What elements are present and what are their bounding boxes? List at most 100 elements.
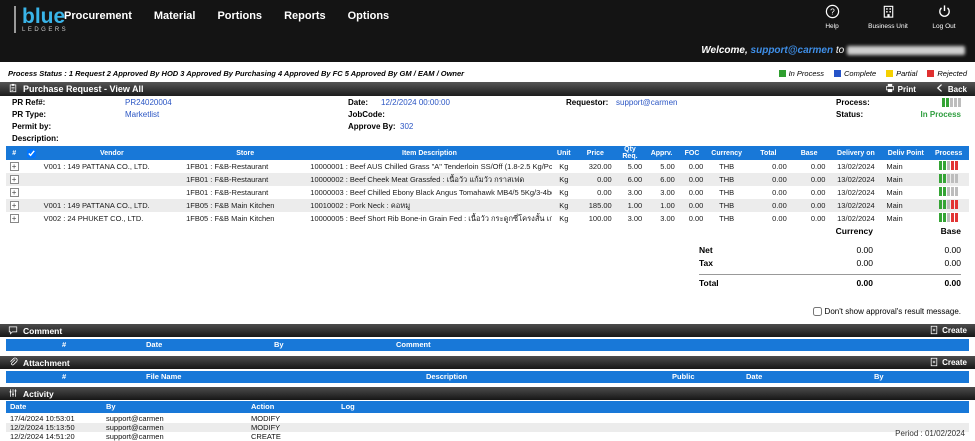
item-row[interactable]: + V001 : 149 PATTANA CO., LTD. 1FB05 : F… xyxy=(6,199,969,212)
help-button[interactable]: ? Help xyxy=(809,4,855,30)
item-foc: 0.00 xyxy=(678,186,707,199)
welcome-prefix: Welcome, xyxy=(701,45,748,56)
top-bar: blue LEDGERS Procurement Material Portio… xyxy=(0,0,975,62)
item-deliv-point: Main xyxy=(883,186,928,199)
menu-reports[interactable]: Reports xyxy=(284,10,326,22)
item-apprv: 5.00 xyxy=(645,160,678,173)
item-delivery-on: 13/02/2024 xyxy=(828,186,883,199)
item-description: 10000002 : Beef Cheek Meat Grassfed : เน… xyxy=(307,173,551,186)
expand-icon[interactable]: + xyxy=(10,175,19,184)
expand-icon[interactable]: + xyxy=(10,201,19,210)
pr-type-value[interactable]: Marketlist xyxy=(125,110,159,119)
item-currency: THB xyxy=(706,173,747,186)
item-foc: 0.00 xyxy=(678,173,707,186)
total-currency-value: 0.00 xyxy=(785,278,873,288)
top-actions: ? Help Business Unit Log Out xyxy=(809,4,967,30)
activity-row: 12/2/2024 15:13:50 support@carmen MODIFY xyxy=(6,423,969,432)
business-unit-label: Business Unit xyxy=(868,23,908,30)
item-row[interactable]: + 1FB01 : F&B-Restaurant 10000003 : Beef… xyxy=(6,186,969,199)
item-unit: Kg xyxy=(552,186,576,199)
col-unit: Unit xyxy=(552,146,576,160)
attachment-title: Attachment xyxy=(23,358,70,368)
activity-date: 12/2/2024 14:51:20 xyxy=(10,432,75,441)
col-item-description: Item Description xyxy=(307,146,551,160)
status-legend: In Process Complete Partial Rejected xyxy=(779,69,967,78)
requestor-label: Requestor: xyxy=(566,98,608,107)
activity-row: 17/4/2024 10:53:01 support@carmen MODIFY xyxy=(6,414,969,423)
business-unit-icon xyxy=(881,4,896,21)
item-row[interactable]: + V001 : 149 PATTANA CO., LTD. 1FB01 : F… xyxy=(6,160,969,173)
item-vendor xyxy=(41,173,184,186)
item-process-indicator xyxy=(939,213,958,222)
item-description: 10010002 : Pork Neck : คอหมู xyxy=(307,199,551,212)
menu-options[interactable]: Options xyxy=(348,10,390,22)
activity-col-log: Log xyxy=(341,402,355,411)
attachment-col-date: Date xyxy=(746,372,762,381)
company-name-redacted xyxy=(847,46,965,55)
item-row[interactable]: + 1FB01 : F&B-Restaurant 10000002 : Beef… xyxy=(6,173,969,186)
pr-type-label: PR Type: xyxy=(12,110,46,119)
approve-by-value[interactable]: 302 xyxy=(400,122,413,131)
activity-col-by: By xyxy=(106,402,116,411)
pr-ref-value[interactable]: PR24020004 xyxy=(125,98,172,107)
approve-by-label: Approve By: xyxy=(348,122,396,131)
item-base: 0.00 xyxy=(790,173,829,186)
item-apprv: 3.00 xyxy=(645,212,678,225)
attachment-create-button[interactable]: Create xyxy=(929,357,967,369)
activity-by: support@carmen xyxy=(106,423,164,432)
item-total: 0.00 xyxy=(747,160,790,173)
expand-icon[interactable]: + xyxy=(10,214,19,223)
attachment-col-description: Description xyxy=(426,372,467,381)
print-button[interactable]: Print xyxy=(885,83,916,95)
col-currency: Currency xyxy=(706,146,747,160)
menu-procurement[interactable]: Procurement xyxy=(64,10,132,22)
item-unit: Kg xyxy=(552,212,576,225)
item-price: 0.00 xyxy=(576,186,615,199)
business-unit-button[interactable]: Business Unit xyxy=(865,4,911,30)
item-total: 0.00 xyxy=(747,199,790,212)
item-apprv: 6.00 xyxy=(645,173,678,186)
details-row-4: Description: xyxy=(0,134,975,146)
rejected-swatch xyxy=(927,70,934,77)
pr-ref-label: PR Ref#: xyxy=(12,98,45,107)
process-status-line: Process Status : 1 Request 2 Approved By… xyxy=(0,67,975,80)
dont-show-approval-checkbox[interactable] xyxy=(813,307,822,316)
net-base-value: 0.00 xyxy=(873,245,961,255)
menu-material[interactable]: Material xyxy=(154,10,196,22)
details-row-1: PR Ref#: PR24020004 Date: 12/2/2024 00:0… xyxy=(0,98,975,110)
select-all-checkbox[interactable] xyxy=(27,149,36,158)
comment-col-date: Date xyxy=(146,340,162,349)
item-store: 1FB05 : F&B Main Kitchen xyxy=(183,212,307,225)
items-table: # Vendor Store Item Description Unit Pri… xyxy=(6,146,969,225)
activity-section-header: Activity xyxy=(0,387,975,400)
comment-create-button[interactable]: Create xyxy=(929,325,967,337)
pr-details: PR Ref#: PR24020004 Date: 12/2/2024 00:0… xyxy=(0,98,975,146)
col-base: Base xyxy=(790,146,829,160)
legend-in-process: In Process xyxy=(779,69,824,78)
expand-icon[interactable]: + xyxy=(10,188,19,197)
item-price: 0.00 xyxy=(576,173,615,186)
expand-icon[interactable]: + xyxy=(10,162,19,171)
create-icon xyxy=(929,325,939,337)
item-base: 0.00 xyxy=(790,160,829,173)
logo-brand-text: blue xyxy=(22,6,68,27)
menu-portions[interactable]: Portions xyxy=(217,10,262,22)
item-delivery-on: 13/02/2024 xyxy=(828,173,883,186)
period-indicator: Period : 01/02/2024 xyxy=(895,429,965,438)
comment-col-index: # xyxy=(62,340,66,349)
net-label: Net xyxy=(699,245,785,255)
welcome-username: support@carmen xyxy=(751,45,834,56)
item-description: 10000001 : Beef AUS Chilled Grass "A" Te… xyxy=(307,160,551,173)
col-deliv-point: Deliv Point xyxy=(883,146,928,160)
attachment-section-header: Attachment Create xyxy=(0,356,975,369)
summary-header-row: Currency Base xyxy=(699,224,961,237)
details-row-3: Permit by: Approve By: 302 xyxy=(0,122,975,134)
back-button[interactable]: Back xyxy=(935,83,967,95)
activity-columns-header: Date By Action Log xyxy=(6,401,969,413)
col-expand: # xyxy=(6,146,22,160)
item-store: 1FB01 : F&B-Restaurant xyxy=(183,160,307,173)
status-label: Status: xyxy=(836,110,863,119)
logout-button[interactable]: Log Out xyxy=(921,4,967,30)
requestor-value[interactable]: support@carmen xyxy=(616,98,677,107)
col-store: Store xyxy=(183,146,307,160)
